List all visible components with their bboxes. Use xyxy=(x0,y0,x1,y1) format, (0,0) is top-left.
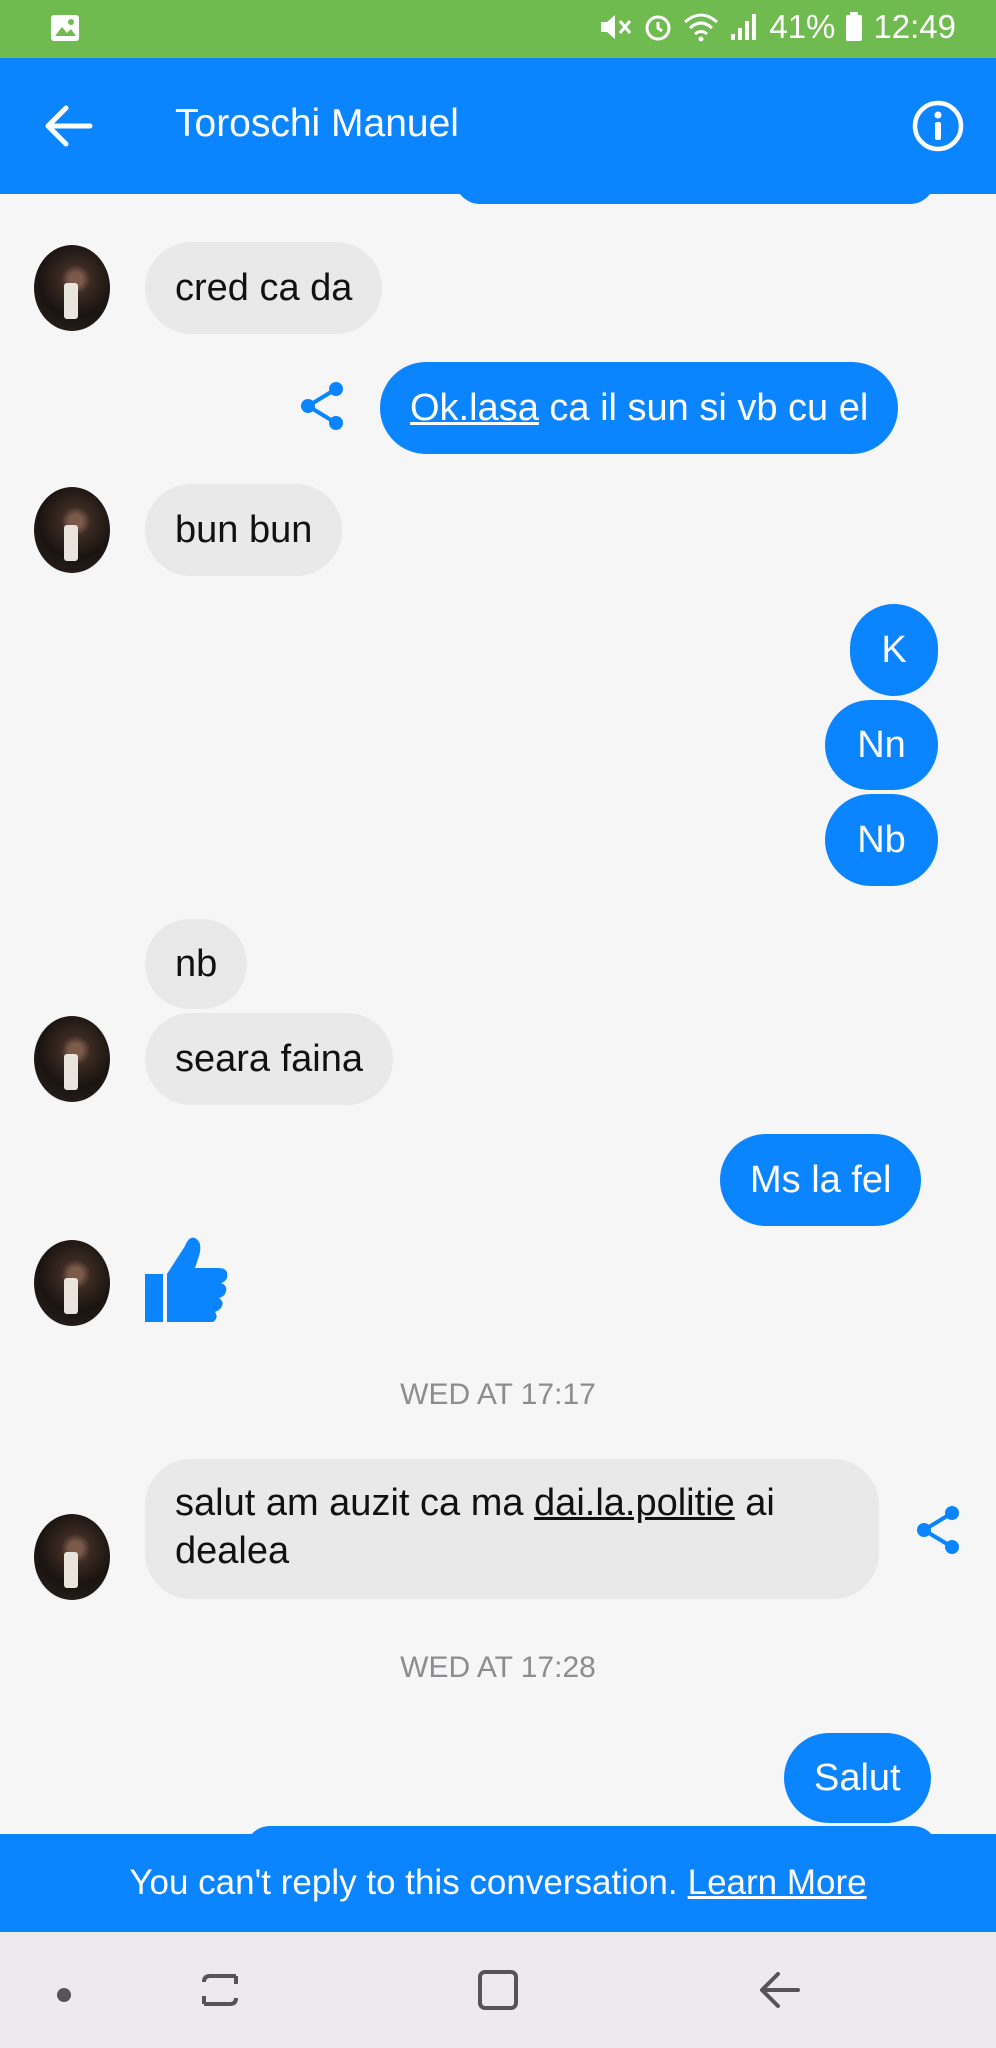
alarm-icon xyxy=(645,15,671,41)
back-arrow-icon[interactable] xyxy=(40,100,96,152)
message-text: bun bun xyxy=(175,509,313,551)
status-indicators: 41% 12:49 xyxy=(599,8,956,46)
message-text: Salut xyxy=(814,1757,901,1799)
message-bubble[interactable]: Nn xyxy=(825,700,938,790)
message-text: Nn xyxy=(857,724,906,766)
avatar[interactable] xyxy=(34,1016,110,1102)
timestamp: WED AT 17:28 xyxy=(400,1651,596,1684)
message-text: Ms la fel xyxy=(750,1159,892,1201)
message-text: cred ca da xyxy=(175,267,353,309)
share-icon[interactable] xyxy=(914,1504,962,1556)
gallery-icon xyxy=(51,15,79,41)
nav-dot[interactable] xyxy=(57,1988,71,2002)
learn-more-link[interactable]: Learn More xyxy=(688,1863,867,1902)
info-icon[interactable] xyxy=(910,98,966,154)
message-bubble[interactable]: Ok.lasa ca il sun si vb cu el xyxy=(380,362,899,454)
share-icon[interactable] xyxy=(298,380,346,432)
contact-name[interactable]: Toroschi Manuel xyxy=(175,102,459,146)
message-bubble[interactable]: Salut xyxy=(784,1733,931,1823)
avatar[interactable] xyxy=(34,1514,110,1600)
thumbs-up-icon[interactable] xyxy=(145,1234,229,1324)
home-icon[interactable] xyxy=(470,1962,526,2018)
message-bubble[interactable]: seara faina xyxy=(145,1013,394,1105)
back-icon[interactable] xyxy=(752,1962,808,2018)
reply-disabled-banner: You can't reply to this conversation. Lea… xyxy=(0,1834,996,1932)
conversation-header: Toroschi Manuel xyxy=(0,58,996,194)
message-link[interactable]: dai.la.politie xyxy=(534,1482,735,1524)
status-bar: 41% 12:49 xyxy=(0,0,996,58)
recent-apps-icon[interactable] xyxy=(192,1962,248,2018)
message-list[interactable]: cred ca da Ok.lasa ca il sun si vb cu el… xyxy=(0,194,996,1834)
avatar[interactable] xyxy=(34,487,110,573)
wifi-icon xyxy=(684,13,719,42)
message-bubble[interactable]: bun bun xyxy=(145,484,343,576)
timestamp: WED AT 17:17 xyxy=(400,1378,596,1411)
message-text: salut am auzit ca ma xyxy=(175,1482,535,1524)
message-line: salut am auzit ca ma dai.la.politie ai xyxy=(175,1479,849,1527)
message-bubble[interactable]: cred ca da xyxy=(145,242,383,334)
message-text: K xyxy=(881,629,907,671)
system-navigation-bar xyxy=(0,1932,996,2048)
banner-text: You can't reply to this conversation. xyxy=(129,1863,678,1902)
clock: 12:49 xyxy=(873,8,956,45)
message-line: dealea xyxy=(175,1530,290,1572)
message-bubble[interactable]: nb xyxy=(145,919,248,1009)
message-text: ai xyxy=(734,1482,775,1524)
message-bubble-partial[interactable] xyxy=(455,194,935,204)
message-bubble-partial[interactable] xyxy=(245,1826,938,1834)
message-text: nb xyxy=(175,943,218,985)
message-bubble[interactable]: K xyxy=(850,604,938,696)
avatar[interactable] xyxy=(34,245,110,331)
message-link[interactable]: Ok.lasa xyxy=(410,387,539,429)
avatar[interactable] xyxy=(34,1240,110,1326)
message-bubble[interactable]: Nb xyxy=(825,794,938,886)
message-text: seara faina xyxy=(175,1038,364,1080)
message-text: ca il sun si vb cu el xyxy=(538,387,869,429)
signal-icon xyxy=(731,14,757,40)
message-text: Nb xyxy=(857,819,906,861)
mute-icon xyxy=(601,15,632,39)
battery-icon xyxy=(846,12,863,41)
message-bubble[interactable]: salut am auzit ca ma dai.la.politie ai d… xyxy=(145,1459,879,1599)
message-bubble[interactable]: Ms la fel xyxy=(720,1134,922,1226)
battery-percent: 41% xyxy=(769,8,836,45)
